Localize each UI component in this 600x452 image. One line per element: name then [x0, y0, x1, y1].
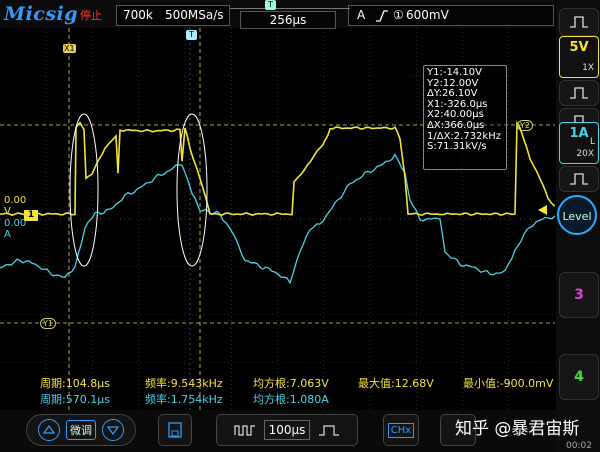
cursor-readout-panel[interactable]: Y1:-14.10V Y2:12.00V ΔY:26.10V X1:-326.0… — [423, 65, 507, 170]
cursor-y2-marker[interactable]: Y2 — [517, 120, 533, 131]
channel-4-label: 4 — [574, 369, 584, 385]
run-stop-state[interactable]: 停止 — [80, 7, 102, 23]
timebase-value[interactable]: 100μs — [263, 420, 311, 440]
channel-1-unit: V — [4, 206, 11, 217]
channel-3-button[interactable]: 3 — [559, 272, 599, 318]
trigger-level-arrow[interactable] — [538, 205, 547, 215]
rising-edge-icon — [375, 6, 389, 29]
ch1-period: 周期:104.8μs — [40, 377, 110, 390]
trigger-source: A — [357, 8, 366, 22]
channel-a-label: A — [4, 229, 11, 240]
channel-1-probe: 1X — [582, 63, 594, 73]
channel-a-coupling: L — [589, 137, 595, 147]
cha-frequency: 频率:1.754kHz — [145, 393, 223, 406]
channel-4-button[interactable]: 4 — [559, 354, 599, 400]
channel-1-offset: 0.00 — [4, 195, 27, 206]
memory-overview-strip[interactable] — [230, 1, 350, 9]
save-button[interactable] — [158, 414, 192, 446]
top-status-bar: Micsig 停止 700k 500MSa/s 256μs A ① 600mV … — [0, 0, 555, 29]
trigger-box[interactable]: A ① 600mV — [348, 5, 554, 26]
level-knob-button[interactable]: Level — [557, 195, 597, 235]
pulse-icon — [570, 173, 588, 185]
channel-a-probe: 20X — [576, 149, 594, 159]
square-wave-wide-icon — [319, 425, 340, 436]
system-clock: 00:02 — [566, 441, 592, 451]
trigger-position-marker[interactable]: T — [265, 0, 276, 10]
square-wave-dense-icon — [233, 425, 255, 436]
timebase-position[interactable]: 256μs — [240, 11, 336, 29]
trigger-channel-marker: ① — [393, 8, 404, 22]
up-arrow-button[interactable] — [38, 419, 60, 441]
trigger-level: 600mV — [406, 8, 449, 22]
trigger-marker-screen[interactable]: T — [186, 30, 197, 40]
cursor-x1-marker[interactable]: X1 — [63, 44, 76, 53]
ch1-frequency: 频率:9.543kHz — [145, 377, 223, 390]
channel-a-waveform — [0, 153, 555, 285]
waveform-high-button[interactable] — [559, 8, 599, 36]
ch1-min: 最小值:-900.0mV — [463, 377, 554, 390]
cursor-slew-value: S:71.31kV/s — [427, 141, 487, 153]
fine-adjust-group: 微调 — [26, 414, 136, 446]
cursor-y1-marker[interactable]: Y1 — [40, 318, 56, 329]
watermark: 知乎 @暴君宙斯 — [455, 419, 580, 439]
cha-rms: 均方根:1.080A — [253, 393, 329, 406]
channel-3-label: 3 — [574, 287, 584, 303]
down-arrow-button[interactable] — [102, 419, 124, 441]
channel-select-label: CHx — [387, 422, 415, 438]
channel-a-card[interactable]: 1A 20X L — [559, 122, 599, 164]
waveform-low-button[interactable] — [559, 80, 599, 106]
ch1-rms: 均方根:7.063V — [253, 377, 329, 390]
channel-1-card[interactable]: 5V 1X — [559, 36, 599, 78]
highlight-ellipse-right — [176, 113, 208, 267]
channel-select-button[interactable]: CHx — [383, 414, 419, 446]
pulse-icon — [570, 16, 588, 28]
waveform-low-button-2[interactable] — [559, 166, 599, 192]
channel-1-scale: 5V — [569, 40, 589, 55]
triangle-up-icon — [42, 424, 56, 434]
brand-logo: Micsig — [4, 3, 79, 25]
sample-rate: 500MSa/s — [165, 8, 224, 22]
triangle-down-icon — [106, 426, 120, 436]
timebase-decrease-button[interactable] — [226, 416, 264, 444]
pulse-icon — [570, 87, 588, 99]
timebase-group: 100μs — [216, 414, 358, 446]
ch1-max: 最大值:12.68V — [358, 377, 434, 390]
acquisition-box[interactable]: 700k 500MSa/s — [116, 5, 230, 26]
cursor-delta-x-value: ΔX:366.0μs — [427, 119, 485, 131]
fine-adjust-button[interactable]: 微调 — [66, 420, 96, 440]
save-icon — [168, 422, 182, 438]
timebase-increase-button[interactable] — [310, 416, 348, 444]
cha-period: 周期:570.1μs — [40, 393, 110, 406]
memory-depth: 700k — [123, 8, 153, 22]
channel-a-offset: 0.00 — [4, 218, 27, 229]
cursor-y1-value: Y1:-14.10V — [427, 67, 482, 78]
